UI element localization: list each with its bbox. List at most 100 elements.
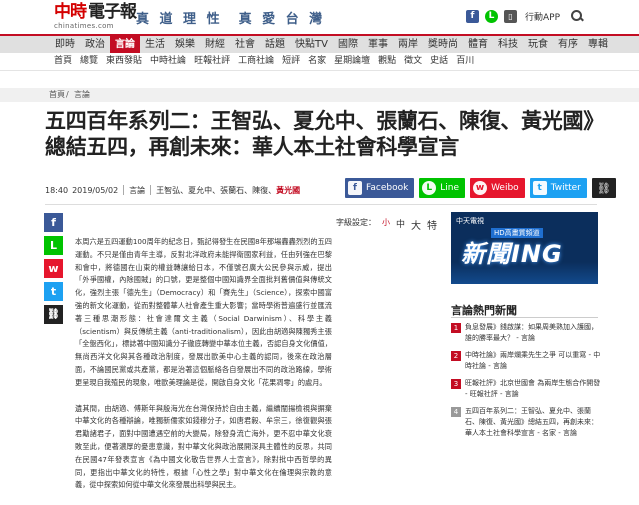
breadcrumb-home[interactable]: 首頁 [49,88,65,102]
subnav-item[interactable]: 中時社論 [146,53,190,70]
nav-item[interactable]: 軍事 [363,36,393,53]
link-icon[interactable]: ⛓ [44,305,63,324]
nav-item[interactable]: 國際 [333,36,363,53]
article-authors: 王智弘、夏允中、張蘭石、陳復、 [156,185,277,195]
subnav-item[interactable]: 總覽 [76,53,102,70]
mobile-app-icon[interactable]: ▯ [504,9,517,23]
logo-text: 電子報 [88,2,137,22]
nav-item[interactable]: 即時 [50,36,80,53]
site-logo[interactable]: 中時 電子報 chinatimes.com [54,2,137,31]
article-category[interactable]: 言論 [129,185,145,196]
twitter-share-label: Twitter [550,183,581,193]
sub-nav: 首頁 總覽 東西發貼 中時社論 旺報社評 工商社論 短評 名家 星期論壇 觀點 … [0,53,639,71]
line-share-button[interactable]: L Line [419,178,466,198]
hot-news-text: 五四百年系列二：王智弘、夏允中、張蘭石、陳復、黃光國》總結五四，再創未來：華人本… [465,407,598,437]
link-icon: ⛓ [596,181,611,195]
logo-url: chinatimes.com [54,22,114,30]
meta-divider [123,185,125,195]
nav-item[interactable]: 兩岸 [393,36,423,53]
article-date: 2019/05/02 [72,185,119,195]
font-size-large[interactable]: 大 [411,217,421,232]
subnav-item[interactable]: 徵文 [400,53,426,70]
nav-item[interactable]: 獎時尚 [423,36,463,53]
nav-item[interactable]: 社會 [230,36,260,53]
font-size-medium[interactable]: 中 [396,217,405,232]
article-author-link[interactable]: 黃光國 [276,185,300,196]
nav-item[interactable]: 生活 [140,36,170,53]
facebook-icon[interactable]: f [466,9,479,23]
article-paragraph: 本周六是五四運動100周年的紀念日，甄記得發生在民國8年那場轟轟烈烈的五四運動。… [75,237,332,387]
subnav-item[interactable]: 觀點 [374,53,400,70]
hot-news-list: 1 負息發展》錢啟謀：如果周美熟加入護國，誰的勝率最大？ - 言論 2 中時社論》兩… [451,322,601,445]
ad-channel: 中天電視 [456,217,484,225]
subnav-item[interactable]: 名家 [304,53,330,70]
nav-item[interactable]: 財經 [200,36,230,53]
article-meta: 18:40 2019/05/02 言論 王智弘、夏允中、張蘭石、陳復、 黃光國 [45,183,300,197]
subnav-item[interactable]: 百川 [452,53,478,70]
app-link[interactable]: 行動APP [525,10,560,23]
facebook-share-button[interactable]: f Facebook [345,178,415,198]
rank-badge: 3 [451,379,461,389]
nav-item[interactable]: 專輯 [583,36,613,53]
copy-link-button[interactable]: ⛓ [591,178,616,198]
facebook-share-label: Facebook [366,183,409,193]
subnav-item[interactable]: 旺報社評 [190,53,234,70]
font-size-xlarge[interactable]: 特 [427,217,437,232]
subnav-item[interactable]: 星期論壇 [330,53,374,70]
twitter-icon[interactable]: t [44,282,63,301]
main-nav: 即時 政治 言論 生活 娛樂 財經 社會 話題 快點TV 國際 軍事 兩岸 獎時… [0,34,639,53]
subnav-item[interactable]: 史話 [426,53,452,70]
meta-divider-line [45,204,597,205]
subnav-item[interactable]: 首頁 [50,53,76,70]
facebook-icon[interactable]: f [44,213,63,232]
search-icon[interactable] [570,9,584,23]
hot-news-item[interactable]: 4 五四百年系列二：王智弘、夏允中、張蘭石、陳復、黃光國》總結五四，再創未來：華人… [451,406,601,439]
hot-news-item[interactable]: 1 負息發展》錢啟謀：如果周美熟加入護國，誰的勝率最大？ - 言論 [451,322,601,344]
nav-item[interactable]: 有序 [553,36,583,53]
nav-item[interactable]: 體育 [463,36,493,53]
line-share-label: Line [440,183,460,193]
logo-mark: 中時 [54,2,87,22]
font-size-label: 字級設定： [336,218,376,227]
breadcrumb: 首頁 / 言論 [0,88,639,102]
weibo-share-label: Weibo [491,183,519,193]
article-paragraph: 遺其間，由胡適、傅斯年與殷海光在台灣保持於自由主義，繼續闡揚檢視與摒棄中華文化的… [75,403,332,490]
breadcrumb-section[interactable]: 言論 [74,88,90,102]
site-slogan: 真 道 理 性 真 愛 台 灣 [136,12,326,27]
breadcrumb-sep: / [66,90,69,99]
site-header: 中時 電子報 chinatimes.com 真 道 理 性 真 愛 台 灣 f … [0,0,639,33]
article-body: 本周六是五四運動100周年的紀念日，甄記得發生在民國8年那場轟轟烈烈的五四運動。… [75,236,332,505]
subnav-item[interactable]: 東西發貼 [102,53,146,70]
line-icon[interactable]: L [44,236,63,255]
weibo-share-button[interactable]: w Weibo [470,178,525,198]
nav-item-active[interactable]: 言論 [110,36,140,53]
nav-item[interactable]: 話題 [260,36,290,53]
share-bar: f Facebook L Line w Weibo t Twitter ⛓ [345,178,616,198]
nav-item[interactable]: 玩食 [523,36,553,53]
weibo-icon[interactable]: w [44,259,63,278]
hot-news-text: 中時社論》兩岸爛乘先生之爭 可以重寫 - 中時社論 - 言論 [465,351,601,370]
side-share-rail: f L w t ⛓ [44,213,63,324]
header-social: f L ▯ 行動APP [466,9,584,23]
hot-news-item[interactable]: 3 旺報社評》北京世國會 為兩岸生態合作開發 - 旺報社評 - 言論 [451,378,601,400]
ad-headline: 新聞ING [461,240,563,268]
nav-item[interactable]: 快點TV [290,36,333,53]
ctitv-ad-banner[interactable]: 中天電視 HD高畫質頻道 新聞ING [451,212,598,284]
meta-divider [150,185,152,195]
nav-item[interactable]: 科技 [493,36,523,53]
line-icon: L [422,181,437,195]
hot-news-divider [451,317,598,318]
rank-badge: 4 [451,407,461,417]
facebook-icon: f [348,181,362,195]
rank-badge: 1 [451,323,461,333]
font-size-small[interactable]: 小 [382,217,390,232]
hot-news-item[interactable]: 2 中時社論》兩岸爛乘先生之爭 可以重寫 - 中時社論 - 言論 [451,350,601,372]
twitter-share-button[interactable]: t Twitter [529,178,587,198]
hot-news-text: 負息發展》錢啟謀：如果周美熟加入護國，誰的勝率最大？ - 言論 [465,323,598,342]
subnav-item[interactable]: 工商社論 [234,53,278,70]
subnav-item[interactable]: 短評 [278,53,304,70]
line-icon[interactable]: L [485,9,498,23]
nav-item[interactable]: 娛樂 [170,36,200,53]
nav-item[interactable]: 政治 [80,36,110,53]
article-title: 五四百年系列二：王智弘、夏允中、張蘭石、陳復、黃光國》總結五四，再創未來：華人本… [45,109,604,159]
